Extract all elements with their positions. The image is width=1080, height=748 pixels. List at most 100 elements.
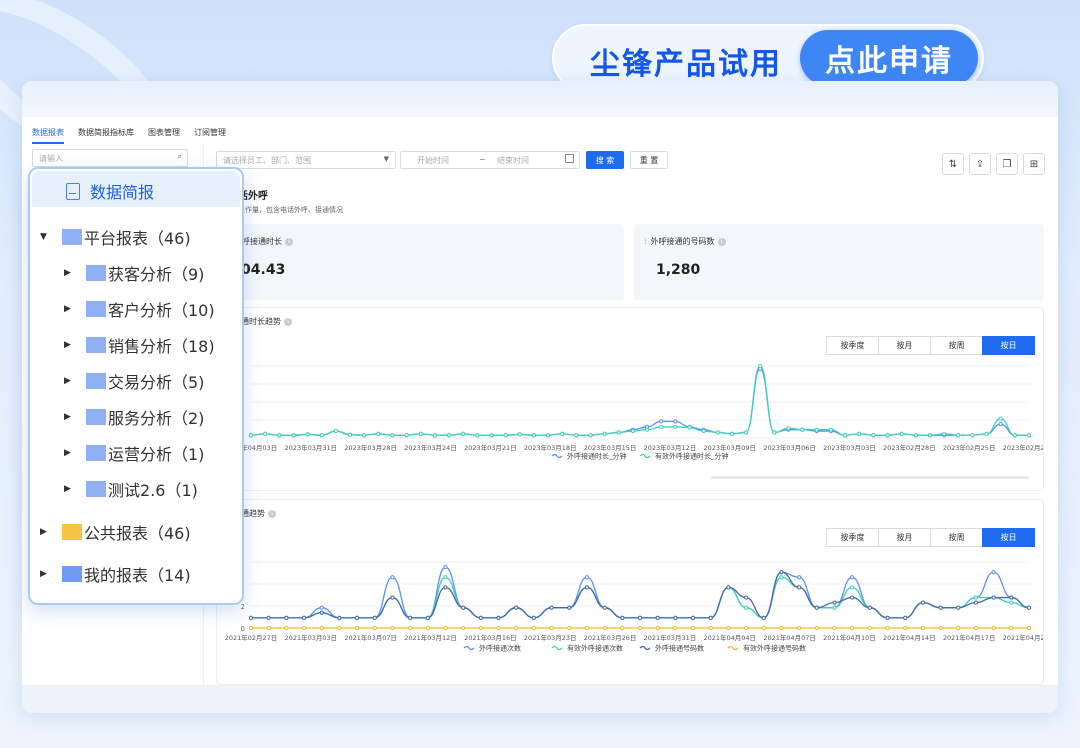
x-tick-label: 2023年03月09日 bbox=[703, 443, 756, 452]
data-point bbox=[620, 615, 625, 620]
x-tick-label: 2023年03月03日 bbox=[823, 443, 876, 452]
x-tick-label: 2021年02月27日 bbox=[225, 633, 278, 642]
data-point bbox=[956, 625, 961, 631]
data-point bbox=[301, 615, 307, 620]
tree-item-child[interactable]: ▶ 测试2.6（1) bbox=[64, 477, 198, 501]
data-point bbox=[659, 419, 664, 424]
x-tick-label: 2021年03月12日 bbox=[404, 633, 457, 642]
report-subtitle: 工作量，包含电话外呼、接通情况 bbox=[238, 206, 343, 214]
search-button[interactable]: 搜 索 bbox=[586, 151, 624, 169]
data-point bbox=[531, 625, 537, 631]
drag-handle-icon[interactable]: ⁞ bbox=[644, 237, 647, 246]
tab-subscription[interactable]: 订阅管理 bbox=[194, 127, 226, 144]
data-point bbox=[690, 615, 696, 620]
info-icon[interactable]: i bbox=[717, 237, 726, 246]
date-range-picker[interactable]: 开始时间 ~ 结束时间 bbox=[400, 151, 580, 169]
caret-right-icon[interactable]: ▶ bbox=[64, 448, 76, 458]
folder-icon bbox=[62, 524, 82, 540]
legend-label: 有效外呼接通号码数 bbox=[743, 644, 806, 653]
caret-right-icon[interactable]: ▶ bbox=[64, 340, 76, 350]
series-line bbox=[250, 365, 1029, 436]
data-point bbox=[786, 426, 791, 431]
data-point bbox=[461, 431, 466, 436]
caret-down-icon[interactable]: ▼ bbox=[40, 232, 52, 242]
tree-item-label: 公共报表（46) bbox=[84, 524, 191, 543]
legend-label: 外呼接通时长_分钟 bbox=[567, 452, 627, 461]
data-point bbox=[655, 615, 660, 620]
data-point bbox=[1009, 625, 1014, 631]
data-point bbox=[973, 600, 979, 605]
info-icon[interactable]: i bbox=[285, 237, 293, 246]
tab-chart-management[interactable]: 图表管理 bbox=[148, 127, 180, 144]
caret-right-icon[interactable]: ▶ bbox=[64, 484, 76, 494]
data-point bbox=[779, 575, 784, 580]
tree-item-label: 数据简报 bbox=[90, 183, 155, 202]
tree-item-platform[interactable]: ▼ 平台报表（46) bbox=[40, 225, 191, 249]
series-line bbox=[251, 571, 1030, 619]
x-tick-label: 2021年04月22日 bbox=[1003, 633, 1043, 642]
x-tick-label: 2023年03月28日 bbox=[344, 443, 397, 452]
data-point bbox=[305, 432, 310, 437]
data-point bbox=[549, 625, 554, 631]
y-tick-label: 0 bbox=[241, 625, 245, 633]
data-point bbox=[425, 615, 430, 620]
tree-item-data-brief[interactable]: 数据简报 bbox=[66, 179, 154, 203]
tree-item-label: 获客分析（9) bbox=[108, 265, 205, 284]
x-tick-label: 2023年03月12日 bbox=[644, 443, 697, 452]
x-tick-label: 2021年03月26日 bbox=[584, 633, 637, 642]
data-point bbox=[333, 428, 338, 434]
caret-right-icon[interactable]: ▶ bbox=[40, 569, 52, 579]
data-point bbox=[832, 605, 837, 610]
data-point bbox=[850, 595, 855, 600]
tree-item-public[interactable]: ▶ 公共报表（46) bbox=[40, 520, 191, 544]
sort-icon[interactable]: ⇅ bbox=[942, 153, 964, 175]
tree-item-child[interactable]: ▶ 交易分析（5) bbox=[64, 369, 204, 393]
staff-select[interactable]: 请选择员工、部门、范围 ▼ bbox=[216, 151, 396, 169]
caret-right-icon[interactable]: ▶ bbox=[64, 412, 76, 422]
sidebar-search-placeholder: 请输入 bbox=[39, 154, 63, 163]
tree-item-child[interactable]: ▶ 销售分析（18) bbox=[64, 333, 215, 357]
data-point bbox=[390, 575, 395, 580]
data-point bbox=[673, 615, 678, 620]
add-icon[interactable]: ⊞ bbox=[1023, 153, 1045, 175]
data-point bbox=[616, 430, 621, 435]
tree-item-child[interactable]: ▶ 服务分析（2) bbox=[64, 405, 204, 429]
caret-right-icon[interactable]: ▶ bbox=[64, 304, 76, 314]
chart-card-connections: 呼接通趋势 i 按季度 按月 按周 按日 0 2 2021年02月27日 2021年03… bbox=[216, 499, 1044, 685]
tree-item-child[interactable]: ▶ 运营分析（1) bbox=[64, 441, 204, 465]
data-point bbox=[602, 625, 607, 631]
data-point bbox=[443, 585, 448, 590]
start-date-placeholder: 开始时间 bbox=[417, 156, 449, 165]
tree-item-child[interactable]: ▶ 客户分析（10) bbox=[64, 297, 215, 321]
data-point bbox=[584, 585, 590, 590]
horizontal-scrollbar[interactable] bbox=[711, 476, 1029, 479]
data-point bbox=[284, 615, 289, 620]
x-tick-label: 2021年03月16日 bbox=[464, 633, 517, 642]
kpi-label-wrap: ⁞ 外呼接通的号码数 i bbox=[644, 236, 726, 247]
data-point bbox=[248, 625, 254, 631]
data-point bbox=[687, 425, 692, 430]
tab-data-report[interactable]: 数据报表 bbox=[32, 127, 64, 144]
data-point bbox=[514, 625, 519, 631]
copy-icon[interactable]: ❐ bbox=[996, 153, 1018, 175]
reset-button[interactable]: 重 置 bbox=[630, 151, 668, 169]
tree-item-child[interactable]: ▶ 获客分析（9) bbox=[64, 261, 204, 285]
data-point bbox=[319, 610, 324, 615]
tree-item-mine[interactable]: ▶ 我的报表（14) bbox=[40, 562, 191, 586]
x-tick-label: 2023年02月28日 bbox=[883, 443, 936, 452]
apply-button[interactable]: 点此申请 bbox=[800, 30, 978, 86]
sidebar-search-input[interactable]: 请输入 ⌕ bbox=[32, 149, 188, 167]
data-point bbox=[319, 605, 324, 610]
caret-right-icon[interactable]: ▶ bbox=[64, 376, 76, 386]
data-point bbox=[376, 431, 381, 436]
data-point bbox=[867, 605, 872, 610]
x-tick-label: 2023年03月06日 bbox=[763, 443, 816, 452]
data-point bbox=[956, 605, 961, 610]
caret-right-icon[interactable]: ▶ bbox=[40, 527, 52, 537]
caret-right-icon[interactable]: ▶ bbox=[64, 268, 76, 278]
export-icon[interactable]: ⇪ bbox=[969, 153, 991, 175]
data-point bbox=[446, 433, 452, 438]
data-point bbox=[560, 431, 565, 436]
data-point bbox=[743, 430, 749, 435]
tab-metric-library[interactable]: 数据简报指标库 bbox=[78, 127, 134, 144]
